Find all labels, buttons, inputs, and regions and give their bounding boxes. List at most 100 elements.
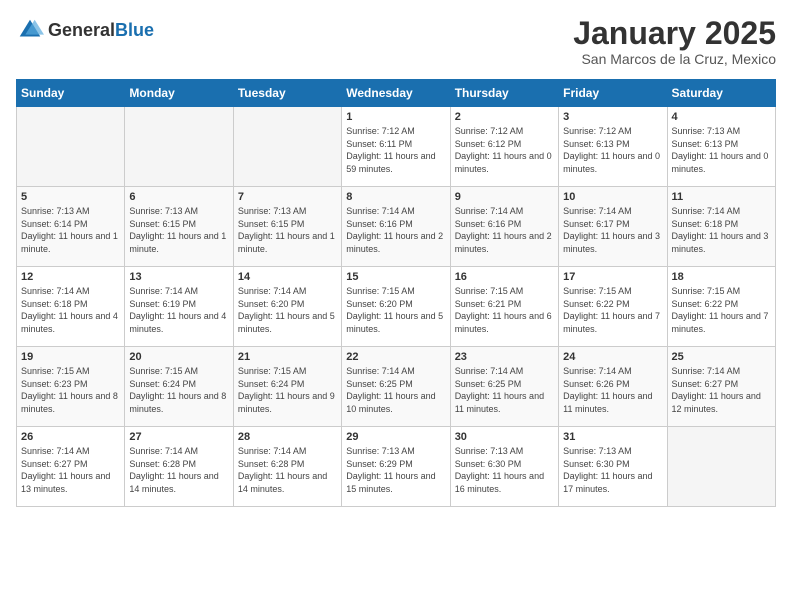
day-number: 19 (21, 351, 120, 363)
day-number: 24 (563, 351, 662, 363)
weekday-header-sunday: Sunday (17, 80, 125, 107)
day-info: Sunrise: 7:14 AMSunset: 6:26 PMDaylight:… (563, 365, 662, 415)
day-number: 11 (672, 191, 771, 203)
calendar-cell: 17 Sunrise: 7:15 AMSunset: 6:22 PMDaylig… (559, 267, 667, 347)
calendar-cell: 31 Sunrise: 7:13 AMSunset: 6:30 PMDaylig… (559, 427, 667, 507)
day-number: 30 (455, 431, 554, 443)
calendar-table: SundayMondayTuesdayWednesdayThursdayFrid… (16, 79, 776, 507)
calendar-week-1: 1 Sunrise: 7:12 AMSunset: 6:11 PMDayligh… (17, 107, 776, 187)
day-info: Sunrise: 7:15 AMSunset: 6:24 PMDaylight:… (129, 365, 228, 415)
day-number: 4 (672, 111, 771, 123)
day-info: Sunrise: 7:14 AMSunset: 6:16 PMDaylight:… (455, 205, 554, 255)
calendar-cell: 21 Sunrise: 7:15 AMSunset: 6:24 PMDaylig… (233, 347, 341, 427)
day-info: Sunrise: 7:14 AMSunset: 6:19 PMDaylight:… (129, 285, 228, 335)
title-block: January 2025 San Marcos de la Cruz, Mexi… (573, 16, 776, 67)
calendar-cell: 26 Sunrise: 7:14 AMSunset: 6:27 PMDaylig… (17, 427, 125, 507)
day-number: 14 (238, 271, 337, 283)
day-info: Sunrise: 7:13 AMSunset: 6:30 PMDaylight:… (563, 445, 662, 495)
calendar-week-5: 26 Sunrise: 7:14 AMSunset: 6:27 PMDaylig… (17, 427, 776, 507)
day-info: Sunrise: 7:14 AMSunset: 6:25 PMDaylight:… (455, 365, 554, 415)
day-info: Sunrise: 7:12 AMSunset: 6:11 PMDaylight:… (346, 125, 445, 175)
day-info: Sunrise: 7:14 AMSunset: 6:18 PMDaylight:… (672, 205, 771, 255)
day-number: 27 (129, 431, 228, 443)
day-info: Sunrise: 7:14 AMSunset: 6:16 PMDaylight:… (346, 205, 445, 255)
calendar-cell: 27 Sunrise: 7:14 AMSunset: 6:28 PMDaylig… (125, 427, 233, 507)
logo: General Blue (16, 16, 154, 44)
day-info: Sunrise: 7:14 AMSunset: 6:18 PMDaylight:… (21, 285, 120, 335)
calendar-cell: 20 Sunrise: 7:15 AMSunset: 6:24 PMDaylig… (125, 347, 233, 427)
day-number: 3 (563, 111, 662, 123)
weekday-header-thursday: Thursday (450, 80, 558, 107)
calendar-cell: 7 Sunrise: 7:13 AMSunset: 6:15 PMDayligh… (233, 187, 341, 267)
calendar-week-3: 12 Sunrise: 7:14 AMSunset: 6:18 PMDaylig… (17, 267, 776, 347)
day-info: Sunrise: 7:15 AMSunset: 6:23 PMDaylight:… (21, 365, 120, 415)
calendar-cell: 6 Sunrise: 7:13 AMSunset: 6:15 PMDayligh… (125, 187, 233, 267)
calendar-cell: 1 Sunrise: 7:12 AMSunset: 6:11 PMDayligh… (342, 107, 450, 187)
day-number: 13 (129, 271, 228, 283)
day-info: Sunrise: 7:12 AMSunset: 6:12 PMDaylight:… (455, 125, 554, 175)
calendar-cell: 19 Sunrise: 7:15 AMSunset: 6:23 PMDaylig… (17, 347, 125, 427)
day-number: 17 (563, 271, 662, 283)
day-info: Sunrise: 7:14 AMSunset: 6:20 PMDaylight:… (238, 285, 337, 335)
calendar-cell: 23 Sunrise: 7:14 AMSunset: 6:25 PMDaylig… (450, 347, 558, 427)
calendar-cell (233, 107, 341, 187)
day-info: Sunrise: 7:15 AMSunset: 6:24 PMDaylight:… (238, 365, 337, 415)
calendar-week-2: 5 Sunrise: 7:13 AMSunset: 6:14 PMDayligh… (17, 187, 776, 267)
calendar-cell: 2 Sunrise: 7:12 AMSunset: 6:12 PMDayligh… (450, 107, 558, 187)
day-info: Sunrise: 7:13 AMSunset: 6:30 PMDaylight:… (455, 445, 554, 495)
calendar-cell: 8 Sunrise: 7:14 AMSunset: 6:16 PMDayligh… (342, 187, 450, 267)
day-info: Sunrise: 7:13 AMSunset: 6:15 PMDaylight:… (238, 205, 337, 255)
month-title: January 2025 (573, 16, 776, 51)
calendar-cell: 5 Sunrise: 7:13 AMSunset: 6:14 PMDayligh… (17, 187, 125, 267)
calendar-cell: 22 Sunrise: 7:14 AMSunset: 6:25 PMDaylig… (342, 347, 450, 427)
calendar-cell: 30 Sunrise: 7:13 AMSunset: 6:30 PMDaylig… (450, 427, 558, 507)
calendar-cell: 11 Sunrise: 7:14 AMSunset: 6:18 PMDaylig… (667, 187, 775, 267)
calendar-cell: 24 Sunrise: 7:14 AMSunset: 6:26 PMDaylig… (559, 347, 667, 427)
calendar-cell: 29 Sunrise: 7:13 AMSunset: 6:29 PMDaylig… (342, 427, 450, 507)
day-number: 10 (563, 191, 662, 203)
logo-general: General (48, 21, 115, 39)
day-number: 6 (129, 191, 228, 203)
calendar-cell (125, 107, 233, 187)
day-info: Sunrise: 7:15 AMSunset: 6:21 PMDaylight:… (455, 285, 554, 335)
day-number: 5 (21, 191, 120, 203)
day-number: 15 (346, 271, 445, 283)
day-number: 31 (563, 431, 662, 443)
day-number: 7 (238, 191, 337, 203)
day-number: 9 (455, 191, 554, 203)
day-info: Sunrise: 7:12 AMSunset: 6:13 PMDaylight:… (563, 125, 662, 175)
day-info: Sunrise: 7:15 AMSunset: 6:20 PMDaylight:… (346, 285, 445, 335)
day-number: 21 (238, 351, 337, 363)
calendar-cell (667, 427, 775, 507)
calendar-cell: 15 Sunrise: 7:15 AMSunset: 6:20 PMDaylig… (342, 267, 450, 347)
day-info: Sunrise: 7:14 AMSunset: 6:27 PMDaylight:… (21, 445, 120, 495)
calendar-cell (17, 107, 125, 187)
weekday-header-saturday: Saturday (667, 80, 775, 107)
weekday-header-monday: Monday (125, 80, 233, 107)
calendar-cell: 14 Sunrise: 7:14 AMSunset: 6:20 PMDaylig… (233, 267, 341, 347)
day-info: Sunrise: 7:14 AMSunset: 6:25 PMDaylight:… (346, 365, 445, 415)
weekday-header-friday: Friday (559, 80, 667, 107)
day-number: 8 (346, 191, 445, 203)
day-info: Sunrise: 7:13 AMSunset: 6:15 PMDaylight:… (129, 205, 228, 255)
logo-icon (16, 16, 44, 44)
calendar-cell: 16 Sunrise: 7:15 AMSunset: 6:21 PMDaylig… (450, 267, 558, 347)
day-number: 28 (238, 431, 337, 443)
calendar-cell: 18 Sunrise: 7:15 AMSunset: 6:22 PMDaylig… (667, 267, 775, 347)
day-number: 18 (672, 271, 771, 283)
day-number: 29 (346, 431, 445, 443)
day-info: Sunrise: 7:13 AMSunset: 6:29 PMDaylight:… (346, 445, 445, 495)
calendar-cell: 13 Sunrise: 7:14 AMSunset: 6:19 PMDaylig… (125, 267, 233, 347)
calendar-cell: 12 Sunrise: 7:14 AMSunset: 6:18 PMDaylig… (17, 267, 125, 347)
day-number: 20 (129, 351, 228, 363)
day-number: 1 (346, 111, 445, 123)
calendar-cell: 4 Sunrise: 7:13 AMSunset: 6:13 PMDayligh… (667, 107, 775, 187)
day-info: Sunrise: 7:15 AMSunset: 6:22 PMDaylight:… (563, 285, 662, 335)
location-title: San Marcos de la Cruz, Mexico (573, 51, 776, 67)
calendar-cell: 25 Sunrise: 7:14 AMSunset: 6:27 PMDaylig… (667, 347, 775, 427)
logo-blue: Blue (115, 21, 154, 39)
calendar-week-4: 19 Sunrise: 7:15 AMSunset: 6:23 PMDaylig… (17, 347, 776, 427)
day-number: 26 (21, 431, 120, 443)
day-info: Sunrise: 7:14 AMSunset: 6:28 PMDaylight:… (129, 445, 228, 495)
logo-text: General Blue (48, 21, 154, 39)
